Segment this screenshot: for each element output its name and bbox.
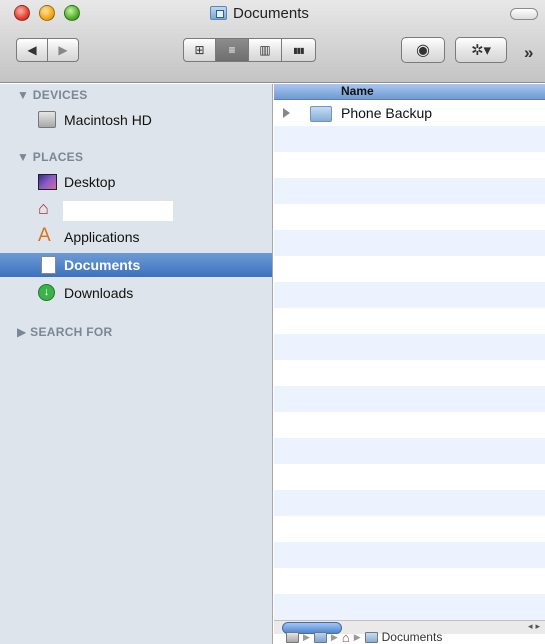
coverflow-view-button[interactable]: ▮▮▮ [281,38,316,62]
hard-drive-icon[interactable] [286,631,299,643]
sidebar-search-header[interactable]: ▶ SEARCH FOR [17,325,113,339]
file-list: Name Phone Backup [274,84,545,620]
sidebar-item-applications[interactable]: A Applications [0,225,272,249]
sidebar-item-label: Macintosh HD [64,112,152,128]
zoom-window-button[interactable] [64,5,80,21]
hard-drive-icon [38,111,56,128]
back-arrow-icon: ◀ [27,43,37,57]
sidebar-item-downloads[interactable]: ↓ Downloads [0,281,272,305]
path-bar: ▶ ▶ ⌂ ▶ Documents [274,630,545,644]
window-title: Documents [210,3,309,23]
name-column-header[interactable]: Name [274,84,545,100]
desktop-icon [38,174,57,190]
list-view-button[interactable]: ≡ [215,38,249,62]
sidebar-item-macintosh-hd[interactable]: Macintosh HD [0,108,272,132]
coverflow-view-icon: ▮▮▮ [293,45,304,55]
users-folder-icon[interactable] [313,631,327,643]
toolbar-overflow-icon[interactable]: » [524,43,533,63]
downloads-icon: ↓ [38,284,55,301]
path-current-label[interactable]: Documents [382,630,443,644]
disclosure-triangle-icon[interactable] [283,108,290,118]
sidebar-item-documents[interactable]: Documents [0,253,272,277]
sidebar-places-header[interactable]: ▼ PLACES [17,150,83,164]
minimize-window-button[interactable] [39,5,55,21]
window-toolbar: Documents ◀ ▶ ⊞ ≡ ▥ ▮▮▮ ◉ ✲▾ » [0,0,545,83]
sidebar-item-label: Documents [64,257,141,273]
quicklook-button[interactable]: ◉ [401,37,445,63]
close-window-button[interactable] [14,5,30,21]
sidebar-devices-header[interactable]: ▼ DEVICES [17,88,88,102]
list-item[interactable]: Phone Backup [274,101,545,127]
redacted-home-label [63,201,173,221]
forward-button[interactable]: ▶ [47,38,79,62]
documents-icon [41,256,56,274]
list-view-icon: ≡ [228,43,236,57]
path-separator-icon: ▶ [353,631,361,642]
home-icon[interactable]: ⌂ [342,630,350,644]
sidebar-item-label: Downloads [64,285,134,301]
action-menu-button[interactable]: ✲▾ [455,37,507,63]
gear-icon: ✲▾ [470,42,492,59]
sidebar-item-desktop[interactable]: Desktop [0,170,272,194]
name-column-label: Name [341,84,374,98]
path-separator-icon: ▶ [330,631,338,642]
applications-icon: A [38,225,51,246]
forward-arrow-icon: ▶ [58,43,68,57]
icon-view-button[interactable]: ⊞ [183,38,216,62]
documents-folder-icon [210,6,227,20]
column-view-icon: ▥ [259,43,271,57]
toolbar-toggle-button[interactable] [510,8,538,20]
sidebar: ▼ DEVICES Macintosh HD ▼ PLACES Desktop … [0,84,273,644]
column-view-button[interactable]: ▥ [248,38,282,62]
folder-icon [310,106,332,122]
icon-view-icon: ⊞ [194,43,205,57]
eye-icon: ◉ [416,42,430,59]
sidebar-item-label: Desktop [64,174,116,190]
back-button[interactable]: ◀ [16,38,48,62]
sidebar-item-label: Applications [64,229,140,245]
home-icon: ⌂ [38,198,49,218]
path-separator-icon: ▶ [303,631,310,642]
list-item-label: Phone Backup [341,105,433,121]
documents-folder-icon[interactable] [364,631,378,643]
window-title-text: Documents [233,4,309,22]
